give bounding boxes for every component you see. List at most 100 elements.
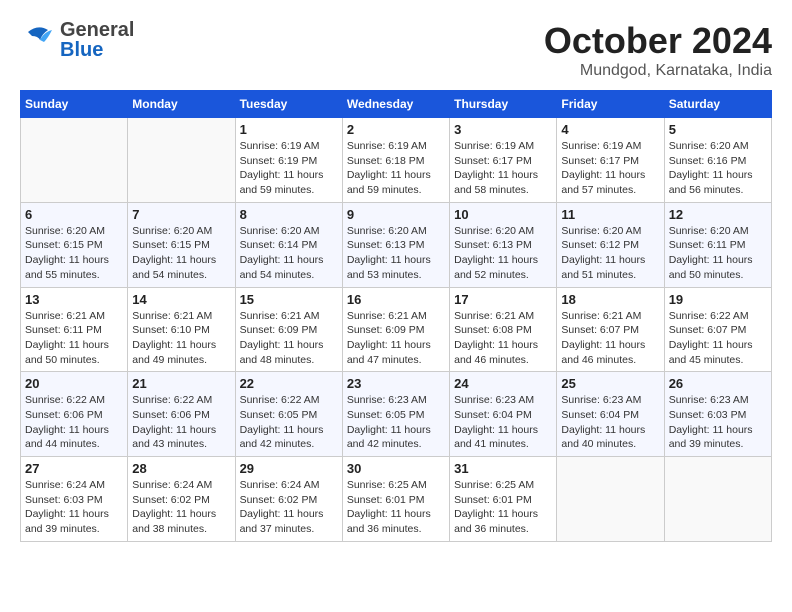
- calendar-cell: 28Sunrise: 6:24 AM Sunset: 6:02 PM Dayli…: [128, 457, 235, 542]
- calendar-cell: 13Sunrise: 6:21 AM Sunset: 6:11 PM Dayli…: [21, 287, 128, 372]
- weekday-header: Thursday: [450, 91, 557, 118]
- calendar-cell: 30Sunrise: 6:25 AM Sunset: 6:01 PM Dayli…: [342, 457, 449, 542]
- day-number: 18: [561, 292, 659, 307]
- cell-info: Sunrise: 6:23 AM Sunset: 6:05 PM Dayligh…: [347, 393, 445, 452]
- location-subtitle: Mundgod, Karnataka, India: [544, 62, 772, 80]
- calendar-cell: [664, 457, 771, 542]
- logo-bird-icon: [20, 22, 56, 58]
- day-number: 29: [240, 461, 338, 476]
- day-number: 8: [240, 207, 338, 222]
- day-number: 25: [561, 376, 659, 391]
- cell-info: Sunrise: 6:19 AM Sunset: 6:17 PM Dayligh…: [561, 139, 659, 198]
- cell-info: Sunrise: 6:20 AM Sunset: 6:11 PM Dayligh…: [669, 224, 767, 283]
- logo-text: General Blue: [60, 20, 134, 60]
- calendar-cell: 19 Sunrise: 6:22 AM Sunset: 6:07 PM Dayli…: [664, 287, 771, 372]
- cell-info: Sunrise: 6:20 AM Sunset: 6:14 PM Dayligh…: [240, 224, 338, 283]
- cell-info: Sunrise: 6:21 AM Sunset: 6:09 PM Dayligh…: [347, 309, 445, 368]
- day-number: 15: [240, 292, 338, 307]
- weekday-header: Saturday: [664, 91, 771, 118]
- calendar-cell: 22Sunrise: 6:22 AM Sunset: 6:05 PM Dayli…: [235, 372, 342, 457]
- calendar-cell: 17Sunrise: 6:21 AM Sunset: 6:08 PM Dayli…: [450, 287, 557, 372]
- calendar-cell: 1 Sunrise: 6:19 AM Sunset: 6:19 PM Daylig…: [235, 118, 342, 203]
- day-number: 11: [561, 207, 659, 222]
- day-number: 20: [25, 376, 123, 391]
- calendar-cell: 27 Sunrise: 6:24 AM Sunset: 6:03 PM Dayli…: [21, 457, 128, 542]
- cell-info: Sunrise: 6:19 AM Sunset: 6:17 PM Dayligh…: [454, 139, 552, 198]
- weekday-header: Friday: [557, 91, 664, 118]
- calendar-cell: 29 Sunrise: 6:24 AM Sunset: 6:02 PM Dayli…: [235, 457, 342, 542]
- cell-info: Sunrise: 6:25 AM Sunset: 6:01 PM Dayligh…: [454, 478, 552, 537]
- cell-info: Sunrise: 6:23 AM Sunset: 6:04 PM Dayligh…: [561, 393, 659, 452]
- day-number: 28: [132, 461, 230, 476]
- calendar-cell: 21 Sunrise: 6:22 AM Sunset: 6:06 PM Dayli…: [128, 372, 235, 457]
- cell-info: Sunrise: 6:22 AM Sunset: 6:06 PM Dayligh…: [25, 393, 123, 452]
- calendar-cell: 15 Sunrise: 6:21 AM Sunset: 6:09 PM Dayli…: [235, 287, 342, 372]
- calendar-cell: 9 Sunrise: 6:20 AM Sunset: 6:13 PM Daylig…: [342, 202, 449, 287]
- month-year-title: October 2024: [544, 20, 772, 62]
- cell-info: Sunrise: 6:23 AM Sunset: 6:04 PM Dayligh…: [454, 393, 552, 452]
- cell-info: Sunrise: 6:21 AM Sunset: 6:10 PM Dayligh…: [132, 309, 230, 368]
- calendar-week-row: 20 Sunrise: 6:22 AM Sunset: 6:06 PM Dayli…: [21, 372, 772, 457]
- calendar-cell: 3 Sunrise: 6:19 AM Sunset: 6:17 PM Daylig…: [450, 118, 557, 203]
- calendar-cell: 26 Sunrise: 6:23 AM Sunset: 6:03 PM Dayli…: [664, 372, 771, 457]
- calendar-cell: [557, 457, 664, 542]
- calendar-cell: 23Sunrise: 6:23 AM Sunset: 6:05 PM Dayli…: [342, 372, 449, 457]
- day-number: 27: [25, 461, 123, 476]
- day-number: 12: [669, 207, 767, 222]
- cell-info: Sunrise: 6:22 AM Sunset: 6:07 PM Dayligh…: [669, 309, 767, 368]
- cell-info: Sunrise: 6:19 AM Sunset: 6:19 PM Dayligh…: [240, 139, 338, 198]
- day-number: 17: [454, 292, 552, 307]
- weekday-header: Sunday: [21, 91, 128, 118]
- cell-info: Sunrise: 6:21 AM Sunset: 6:07 PM Dayligh…: [561, 309, 659, 368]
- weekday-header: Tuesday: [235, 91, 342, 118]
- calendar-cell: 16 Sunrise: 6:21 AM Sunset: 6:09 PM Dayli…: [342, 287, 449, 372]
- cell-info: Sunrise: 6:20 AM Sunset: 6:12 PM Dayligh…: [561, 224, 659, 283]
- logo-blue: Blue: [60, 40, 134, 60]
- day-number: 19: [669, 292, 767, 307]
- logo-general: General: [60, 20, 134, 40]
- page-header: General Blue October 2024 Mundgod, Karna…: [20, 20, 772, 80]
- day-number: 21: [132, 376, 230, 391]
- calendar-cell: 20 Sunrise: 6:22 AM Sunset: 6:06 PM Dayli…: [21, 372, 128, 457]
- calendar-cell: 25 Sunrise: 6:23 AM Sunset: 6:04 PM Dayli…: [557, 372, 664, 457]
- cell-info: Sunrise: 6:20 AM Sunset: 6:13 PM Dayligh…: [347, 224, 445, 283]
- day-number: 16: [347, 292, 445, 307]
- cell-info: Sunrise: 6:20 AM Sunset: 6:16 PM Dayligh…: [669, 139, 767, 198]
- calendar-week-row: 6Sunrise: 6:20 AM Sunset: 6:15 PM Daylig…: [21, 202, 772, 287]
- cell-info: Sunrise: 6:20 AM Sunset: 6:13 PM Dayligh…: [454, 224, 552, 283]
- cell-info: Sunrise: 6:20 AM Sunset: 6:15 PM Dayligh…: [132, 224, 230, 283]
- weekday-header: Monday: [128, 91, 235, 118]
- day-number: 4: [561, 122, 659, 137]
- day-number: 5: [669, 122, 767, 137]
- calendar-cell: 24 Sunrise: 6:23 AM Sunset: 6:04 PM Dayli…: [450, 372, 557, 457]
- calendar-cell: 10Sunrise: 6:20 AM Sunset: 6:13 PM Dayli…: [450, 202, 557, 287]
- cell-info: Sunrise: 6:25 AM Sunset: 6:01 PM Dayligh…: [347, 478, 445, 537]
- calendar-cell: 31Sunrise: 6:25 AM Sunset: 6:01 PM Dayli…: [450, 457, 557, 542]
- logo: General Blue: [20, 20, 134, 60]
- day-number: 9: [347, 207, 445, 222]
- calendar-cell: 11 Sunrise: 6:20 AM Sunset: 6:12 PM Dayli…: [557, 202, 664, 287]
- title-section: October 2024 Mundgod, Karnataka, India: [544, 20, 772, 80]
- cell-info: Sunrise: 6:21 AM Sunset: 6:09 PM Dayligh…: [240, 309, 338, 368]
- day-number: 26: [669, 376, 767, 391]
- day-number: 14: [132, 292, 230, 307]
- calendar-cell: [21, 118, 128, 203]
- calendar-week-row: 1 Sunrise: 6:19 AM Sunset: 6:19 PM Daylig…: [21, 118, 772, 203]
- calendar-cell: 12 Sunrise: 6:20 AM Sunset: 6:11 PM Dayli…: [664, 202, 771, 287]
- cell-info: Sunrise: 6:24 AM Sunset: 6:03 PM Dayligh…: [25, 478, 123, 537]
- cell-info: Sunrise: 6:20 AM Sunset: 6:15 PM Dayligh…: [25, 224, 123, 283]
- cell-info: Sunrise: 6:23 AM Sunset: 6:03 PM Dayligh…: [669, 393, 767, 452]
- day-number: 3: [454, 122, 552, 137]
- weekday-header-row: SundayMondayTuesdayWednesdayThursdayFrid…: [21, 91, 772, 118]
- calendar-cell: 8 Sunrise: 6:20 AM Sunset: 6:14 PM Daylig…: [235, 202, 342, 287]
- day-number: 22: [240, 376, 338, 391]
- day-number: 7: [132, 207, 230, 222]
- calendar-cell: 5 Sunrise: 6:20 AM Sunset: 6:16 PM Daylig…: [664, 118, 771, 203]
- calendar-body: 1 Sunrise: 6:19 AM Sunset: 6:19 PM Daylig…: [21, 118, 772, 542]
- day-number: 24: [454, 376, 552, 391]
- day-number: 1: [240, 122, 338, 137]
- cell-info: Sunrise: 6:22 AM Sunset: 6:06 PM Dayligh…: [132, 393, 230, 452]
- cell-info: Sunrise: 6:24 AM Sunset: 6:02 PM Dayligh…: [240, 478, 338, 537]
- calendar-header: SundayMondayTuesdayWednesdayThursdayFrid…: [21, 91, 772, 118]
- calendar-cell: [128, 118, 235, 203]
